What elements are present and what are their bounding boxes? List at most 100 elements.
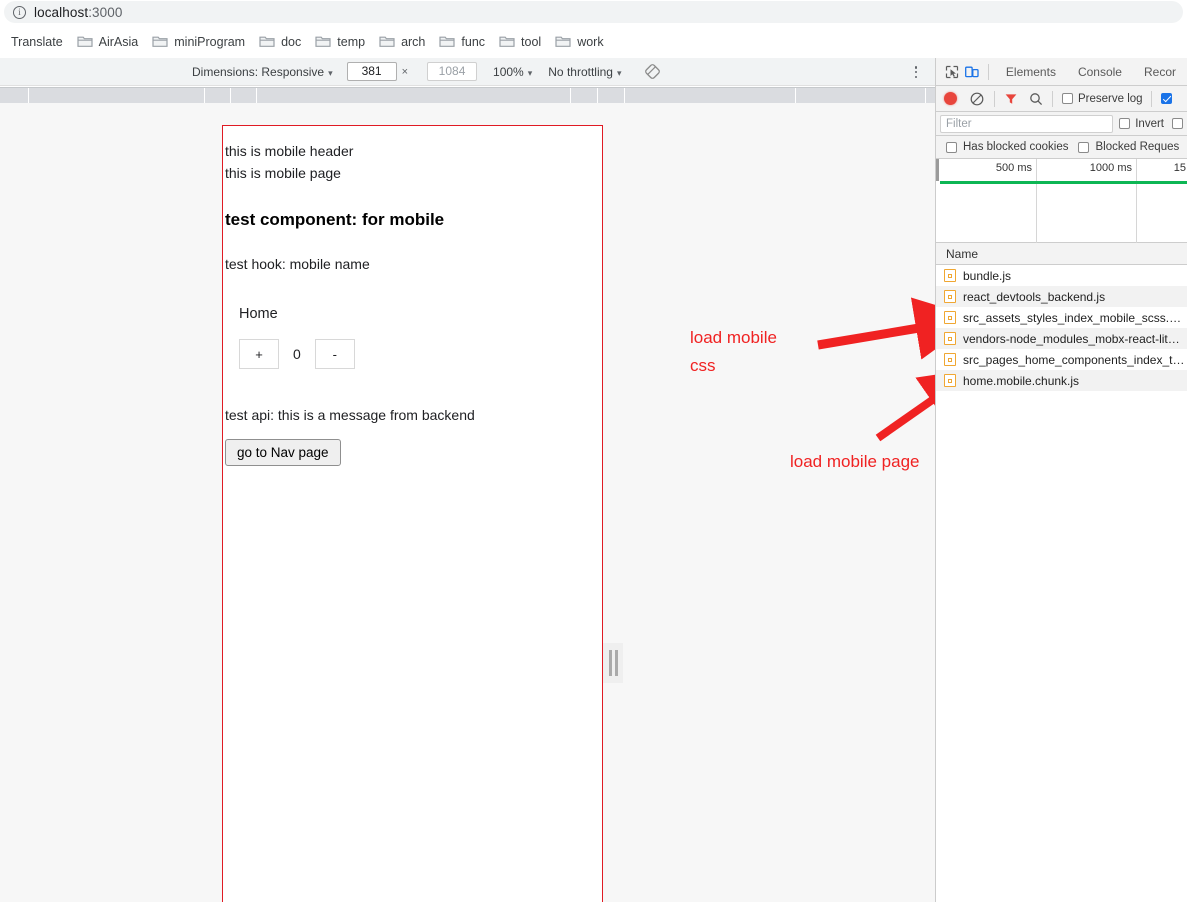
counter-controls: + 0 -: [239, 339, 598, 369]
bookmark-label: doc: [281, 34, 302, 49]
disable-cache-checkbox[interactable]: [1160, 93, 1172, 104]
rotate-icon[interactable]: [644, 63, 661, 80]
chevron-down-icon-zoom: ▾: [527, 67, 533, 78]
counter-component: Home + 0 -: [225, 306, 598, 369]
filter-extra-checkbox[interactable]: [1172, 118, 1183, 129]
filter-funnel-icon[interactable]: [1004, 92, 1018, 106]
bookmark-miniprogram[interactable]: miniProgram: [145, 30, 252, 54]
search-icon[interactable]: [1029, 92, 1043, 106]
bookmarks-bar: Translate AirAsia miniProgram doc temp arch fu…: [0, 25, 1187, 58]
folder-icon: [379, 35, 395, 48]
omnibox[interactable]: i localhost:3000: [4, 1, 1183, 23]
bookmark-airasia[interactable]: AirAsia: [70, 30, 146, 54]
bookmark-label: func: [461, 34, 486, 49]
script-file-icon: [944, 311, 956, 324]
network-filter-bar: Filter Invert: [936, 112, 1187, 136]
network-request-name: react_devtools_backend.js: [963, 289, 1106, 304]
script-file-icon: [944, 353, 956, 366]
network-request-row[interactable]: bundle.js: [936, 265, 1187, 286]
bookmark-temp[interactable]: temp: [308, 30, 372, 54]
folder-icon: [499, 35, 515, 48]
record-stop-icon[interactable]: [944, 92, 957, 105]
network-request-list: bundle.js react_devtools_backend.js src_as…: [936, 265, 1187, 391]
bookmark-tool[interactable]: tool: [492, 30, 548, 54]
annotation-load-mobile-page: load mobile page: [790, 452, 920, 471]
counter-title: Home: [239, 306, 278, 322]
viewport-ruler: [0, 87, 935, 104]
network-request-row[interactable]: vendors-node_modules_mobx-react-lit…: [936, 328, 1187, 349]
network-filter-bar-2: Has blocked cookies Blocked Reques: [936, 136, 1187, 159]
kebab-menu-icon[interactable]: [909, 65, 923, 79]
chevron-down-icon: ▾: [328, 67, 333, 78]
bookmark-label: Translate: [11, 34, 63, 49]
has-blocked-cookies-label: Has blocked cookies: [963, 141, 1069, 153]
viewport-height-input[interactable]: 1084: [427, 62, 478, 81]
toolbar-divider: [988, 63, 989, 80]
inspect-element-icon[interactable]: [942, 60, 962, 84]
throttling-dropdown[interactable]: No throttling ▾: [548, 65, 621, 79]
network-request-row[interactable]: src_assets_styles_index_mobile_scss.c…: [936, 307, 1187, 328]
preserve-log-checkbox[interactable]: [1062, 93, 1073, 104]
device-toolbar-icon[interactable]: [962, 60, 982, 84]
dimensions-dropdown[interactable]: Dimensions: Responsive ▾: [192, 65, 333, 79]
site-info-icon[interactable]: i: [13, 5, 26, 19]
blocked-requests-checkbox[interactable]: [1078, 141, 1090, 153]
bookmark-label: AirAsia: [98, 34, 139, 49]
mobile-page-text: this is mobile page: [225, 165, 341, 181]
timeline-tick-1500: 15: [1173, 162, 1186, 174]
network-controls-bar: Preserve log: [936, 86, 1187, 112]
clear-network-icon[interactable]: [970, 92, 984, 106]
network-request-name: src_pages_home_components_index_t…: [963, 352, 1185, 367]
bookmark-arch[interactable]: arch: [372, 30, 432, 54]
timeline-tick-500: 500 ms: [995, 162, 1032, 174]
network-request-name: home.mobile.chunk.js: [963, 373, 1080, 388]
bookmark-func[interactable]: func: [432, 30, 492, 54]
increment-button[interactable]: +: [239, 339, 279, 369]
network-request-row[interactable]: react_devtools_backend.js: [936, 286, 1187, 307]
network-list-header: Name: [936, 243, 1187, 265]
folder-icon: [555, 35, 571, 48]
invert-checkbox[interactable]: [1119, 118, 1131, 129]
browser-address-bar: i localhost:3000: [0, 0, 1187, 25]
tab-recorder[interactable]: Recor: [1133, 65, 1187, 79]
blocked-requests-label: Blocked Reques: [1095, 141, 1180, 153]
api-message-text: test api: this is a message from backend: [225, 407, 475, 423]
counter-value: 0: [293, 346, 301, 362]
has-blocked-cookies-checkbox[interactable]: [946, 141, 957, 153]
network-request-row[interactable]: home.mobile.chunk.js: [936, 370, 1187, 391]
tab-console[interactable]: Console: [1067, 65, 1133, 79]
device-viewport-area: this is mobile header this is mobile pag…: [0, 103, 935, 902]
viewport-width-input[interactable]: 381: [346, 62, 397, 81]
annotation-load-mobile-css: load mobile css: [690, 328, 777, 375]
filter-input[interactable]: Filter: [940, 114, 1114, 133]
timeline-left-grip[interactable]: [936, 159, 939, 181]
folder-icon: [77, 35, 93, 48]
mobile-page-content: this is mobile header this is mobile pag…: [223, 126, 602, 466]
mobile-page-frame: this is mobile header this is mobile pag…: [222, 125, 603, 902]
bookmark-translate[interactable]: Translate: [4, 30, 70, 54]
network-request-name: vendors-node_modules_mobx-react-lit…: [963, 331, 1180, 346]
network-request-row[interactable]: src_pages_home_components_index_t…: [936, 349, 1187, 370]
bookmark-work[interactable]: work: [548, 30, 610, 54]
timeline-gridline: [1036, 159, 1037, 243]
throttling-label-text: No throttling: [548, 64, 613, 79]
preserve-log-label: Preserve log: [1078, 92, 1143, 105]
go-to-nav-page-button[interactable]: go to Nav page: [225, 439, 341, 466]
devtools-panel: Elements Console Recor Preserve log Filt…: [935, 58, 1187, 902]
decrement-button[interactable]: -: [314, 339, 355, 369]
dimensions-label: Dimensions: Responsive: [192, 64, 325, 79]
network-overview-timeline[interactable]: 500 ms 1000 ms 15: [936, 159, 1187, 243]
bookmark-doc[interactable]: doc: [252, 30, 308, 54]
folder-icon: [439, 35, 455, 48]
bookmark-label: tool: [521, 34, 542, 49]
folder-icon: [152, 35, 168, 48]
script-file-icon: [944, 332, 956, 345]
zoom-label-text: 100%: [493, 64, 524, 79]
folder-icon: [259, 35, 275, 48]
zoom-dropdown[interactable]: 100% ▾: [493, 65, 532, 79]
viewport-resize-handle[interactable]: [603, 643, 623, 683]
tab-elements[interactable]: Elements: [995, 65, 1067, 79]
omnibox-url: localhost:3000: [34, 4, 123, 20]
load-event-line: [940, 181, 1187, 184]
bookmark-label: arch: [401, 34, 426, 49]
